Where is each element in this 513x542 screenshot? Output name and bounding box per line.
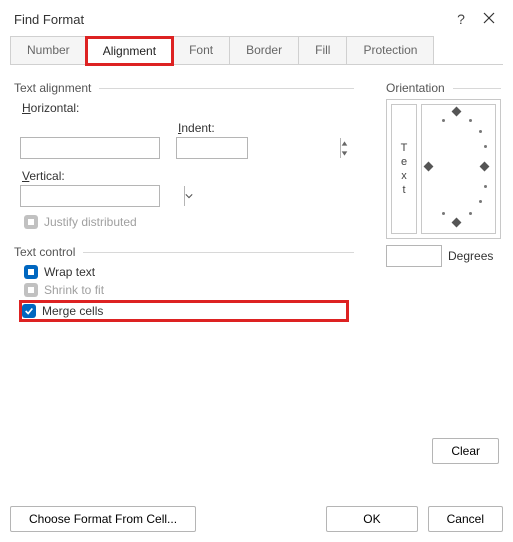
text-alignment-group: Text alignment [14,81,354,95]
shrink-label: Shrink to fit [44,283,104,297]
spin-down-icon[interactable] [341,148,348,158]
tab-strip: Number Alignment Font Border Fill Protec… [10,36,503,65]
horizontal-input[interactable] [21,138,184,158]
vertical-input[interactable] [21,186,184,206]
vertical-combo[interactable] [20,185,160,207]
indent-spinner[interactable] [176,137,248,159]
close-button[interactable] [475,7,503,31]
shrink-checkbox [24,283,38,297]
degrees-label: Degrees [448,249,493,263]
tab-alignment[interactable]: Alignment [86,37,173,65]
tab-border[interactable]: Border [229,36,299,64]
spin-up-icon[interactable] [341,138,348,148]
merge-cells-label: Merge cells [42,304,103,318]
tab-fill[interactable]: Fill [298,36,347,64]
choose-format-button[interactable]: Choose Format From Cell... [10,506,196,532]
ok-button[interactable]: OK [326,506,417,532]
justify-checkbox [24,215,38,229]
orientation-vertical-text[interactable]: T e x t [391,104,417,234]
cancel-button[interactable]: Cancel [428,506,503,532]
indent-label: Indent: [178,121,215,135]
vertical-label: Vertical: [22,169,65,183]
help-button[interactable]: ? [447,7,475,31]
chevron-down-icon[interactable] [184,186,193,206]
orientation-group: Orientation [386,81,501,95]
wrap-text-checkbox[interactable] [24,265,38,279]
tab-font[interactable]: Font [172,36,230,64]
merge-cells-checkbox[interactable] [22,304,36,318]
horizontal-label: Horizontal: [22,101,79,115]
clear-button[interactable]: Clear [432,438,499,464]
text-control-group: Text control [14,245,354,259]
indent-input[interactable] [177,138,340,158]
horizontal-combo[interactable] [20,137,160,159]
dialog-title: Find Format [14,12,447,27]
justify-label: Justify distributed [44,215,137,229]
wrap-text-label: Wrap text [44,265,95,279]
orientation-dial[interactable] [421,104,496,234]
degrees-spinner[interactable] [386,245,442,267]
tab-number[interactable]: Number [10,36,87,64]
tab-protection[interactable]: Protection [346,36,434,64]
